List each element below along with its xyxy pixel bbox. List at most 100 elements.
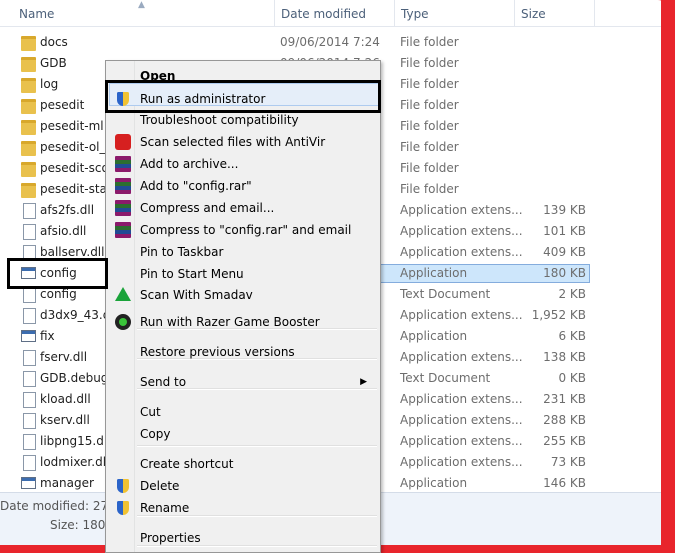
- menu-item-label: Add to archive...: [140, 157, 239, 171]
- menu-item-label: Rename: [140, 501, 190, 515]
- file-size: 146 KB: [543, 476, 586, 490]
- menu-item[interactable]: Pin to Taskbar: [109, 241, 377, 263]
- dll-icon: [23, 455, 36, 471]
- menu-item-label: Restore previous versions: [140, 345, 295, 359]
- file-size: 139 KB: [543, 203, 586, 217]
- folder-icon: [21, 99, 36, 114]
- menu-item[interactable]: Run with Razer Game Booster: [109, 311, 377, 333]
- menu-item-label: Run with Razer Game Booster: [140, 315, 320, 329]
- annotation-box-config: [7, 258, 108, 289]
- file-type: File folder: [400, 77, 459, 91]
- text-document-icon: [23, 287, 36, 303]
- menu-item[interactable]: Scan selected files with AntiVir: [109, 131, 377, 153]
- menu-item[interactable]: Cut: [109, 401, 377, 423]
- file-type: File folder: [400, 140, 459, 154]
- text-document-icon: [23, 371, 36, 387]
- file-type: File folder: [400, 182, 459, 196]
- file-row[interactable]: docs 09/06/2014 7:24 File folder: [0, 32, 662, 53]
- menu-item-label: Properties: [140, 531, 201, 545]
- context-menu: Open Run as administrator Troubleshoot com…: [105, 60, 381, 553]
- column-date-label: Date modified: [281, 7, 367, 21]
- antivir-icon: [115, 134, 131, 150]
- file-name: pesedit-scor: [40, 161, 114, 175]
- menu-item[interactable]: Send to ▶: [109, 371, 377, 393]
- menu-item-label: Compress to "config.rar" and email: [140, 223, 352, 237]
- file-type: File folder: [400, 35, 459, 49]
- winrar-icon: [115, 200, 131, 216]
- file-size: 6 KB: [558, 329, 586, 343]
- file-name: libpng15.dll: [40, 434, 111, 448]
- menu-item-label: Pin to Taskbar: [140, 245, 224, 259]
- file-name: kload.dll: [40, 392, 91, 406]
- menu-item[interactable]: Scan With Smadav: [109, 284, 377, 306]
- file-size: 0 KB: [558, 371, 586, 385]
- dll-icon: [23, 434, 36, 450]
- menu-item-label: Delete: [140, 479, 180, 493]
- menu-item[interactable]: Properties: [109, 527, 377, 549]
- file-name: fserv.dll: [40, 350, 88, 364]
- file-size: 180 KB: [543, 266, 586, 280]
- menu-separator: [137, 445, 377, 447]
- file-name: manager: [40, 476, 94, 490]
- dll-icon: [23, 413, 36, 429]
- file-type: Text Document: [400, 371, 491, 385]
- menu-item[interactable]: Delete: [109, 475, 377, 497]
- file-type: Application: [400, 476, 468, 490]
- annotation-box-run-as-admin: [105, 80, 381, 113]
- column-size[interactable]: Size: [515, 0, 595, 26]
- file-size: 1,952 KB: [531, 308, 586, 322]
- application-icon: [21, 330, 36, 342]
- file-name: pesedit-stad: [40, 182, 115, 196]
- dll-icon: [23, 392, 36, 408]
- dll-icon: [23, 308, 36, 324]
- menu-item[interactable]: Pin to Start Menu: [109, 263, 377, 285]
- menu-item[interactable]: Compress and email...: [109, 197, 377, 219]
- menu-item[interactable]: Restore previous versions: [109, 341, 377, 363]
- razer-icon: [115, 314, 131, 330]
- folder-icon: [21, 36, 36, 51]
- file-type: File folder: [400, 56, 459, 70]
- file-name: docs: [40, 35, 68, 49]
- file-size: 288 KB: [543, 413, 586, 427]
- menu-item[interactable]: Add to archive...: [109, 153, 377, 175]
- file-name: afsio.dll: [40, 224, 87, 238]
- file-size: 409 KB: [543, 245, 586, 259]
- dll-icon: [23, 203, 36, 219]
- file-type: Text Document: [400, 287, 491, 301]
- file-name: kserv.dll: [40, 413, 90, 427]
- column-header: Name ▲ Date modified Type Size: [0, 0, 662, 27]
- column-type[interactable]: Type: [395, 0, 515, 26]
- file-name: pesedit-ml: [40, 119, 104, 133]
- column-date[interactable]: Date modified: [275, 0, 395, 26]
- smadav-icon: [115, 287, 131, 301]
- frame-border-right: [661, 0, 675, 551]
- file-size: 73 KB: [550, 455, 586, 469]
- winrar-icon: [115, 222, 131, 238]
- folder-icon: [21, 183, 36, 198]
- menu-item[interactable]: Rename: [109, 497, 377, 519]
- folder-icon: [21, 141, 36, 156]
- file-size: 231 KB: [543, 392, 586, 406]
- folder-icon: [21, 78, 36, 93]
- file-name: GDB.debug: [40, 371, 109, 385]
- menu-item[interactable]: Add to "config.rar": [109, 175, 377, 197]
- menu-item-label: Cut: [140, 405, 161, 419]
- file-type: File folder: [400, 161, 459, 175]
- file-name: fix: [40, 329, 55, 343]
- menu-item-label: Copy: [140, 427, 171, 441]
- file-size: 101 KB: [543, 224, 586, 238]
- menu-item-label: Add to "config.rar": [140, 179, 252, 193]
- column-name-label: Name: [19, 7, 55, 21]
- menu-item[interactable]: Copy: [109, 423, 377, 445]
- file-type: Application: [400, 266, 468, 280]
- file-name: GDB: [40, 56, 67, 70]
- menu-item[interactable]: Compress to "config.rar" and email: [109, 219, 377, 241]
- menu-item-label: Send to: [140, 375, 187, 389]
- menu-item[interactable]: Create shortcut: [109, 453, 377, 475]
- file-size: 2 KB: [558, 287, 586, 301]
- file-type: File folder: [400, 98, 459, 112]
- file-size: 138 KB: [543, 350, 586, 364]
- menu-item-label: Create shortcut: [140, 457, 234, 471]
- winrar-icon: [115, 178, 131, 194]
- menu-item-label: Scan With Smadav: [140, 288, 253, 302]
